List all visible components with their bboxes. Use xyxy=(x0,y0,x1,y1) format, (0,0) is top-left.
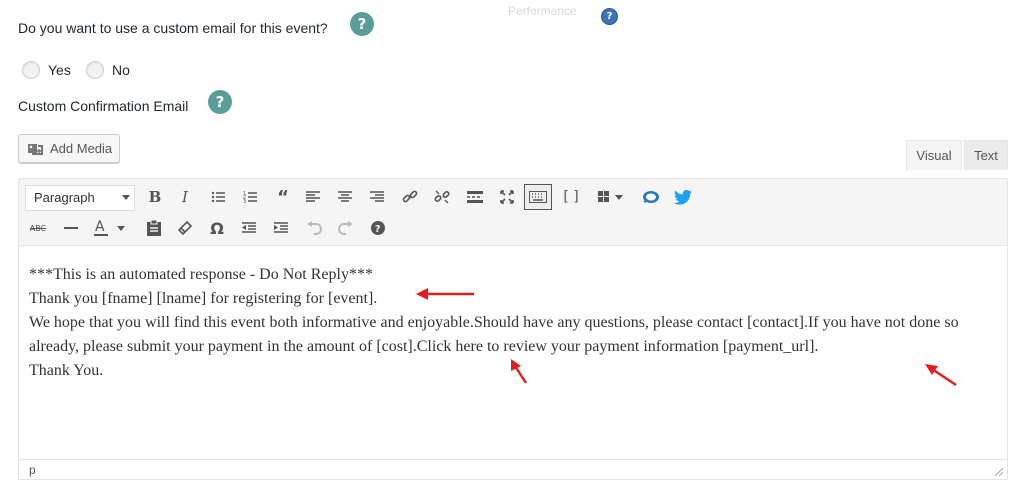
annotation-arrows xyxy=(416,288,957,387)
arrow-fname-icon xyxy=(416,288,474,300)
arrow-payment-url-icon xyxy=(925,364,957,387)
arrow-cost-icon xyxy=(511,359,528,384)
